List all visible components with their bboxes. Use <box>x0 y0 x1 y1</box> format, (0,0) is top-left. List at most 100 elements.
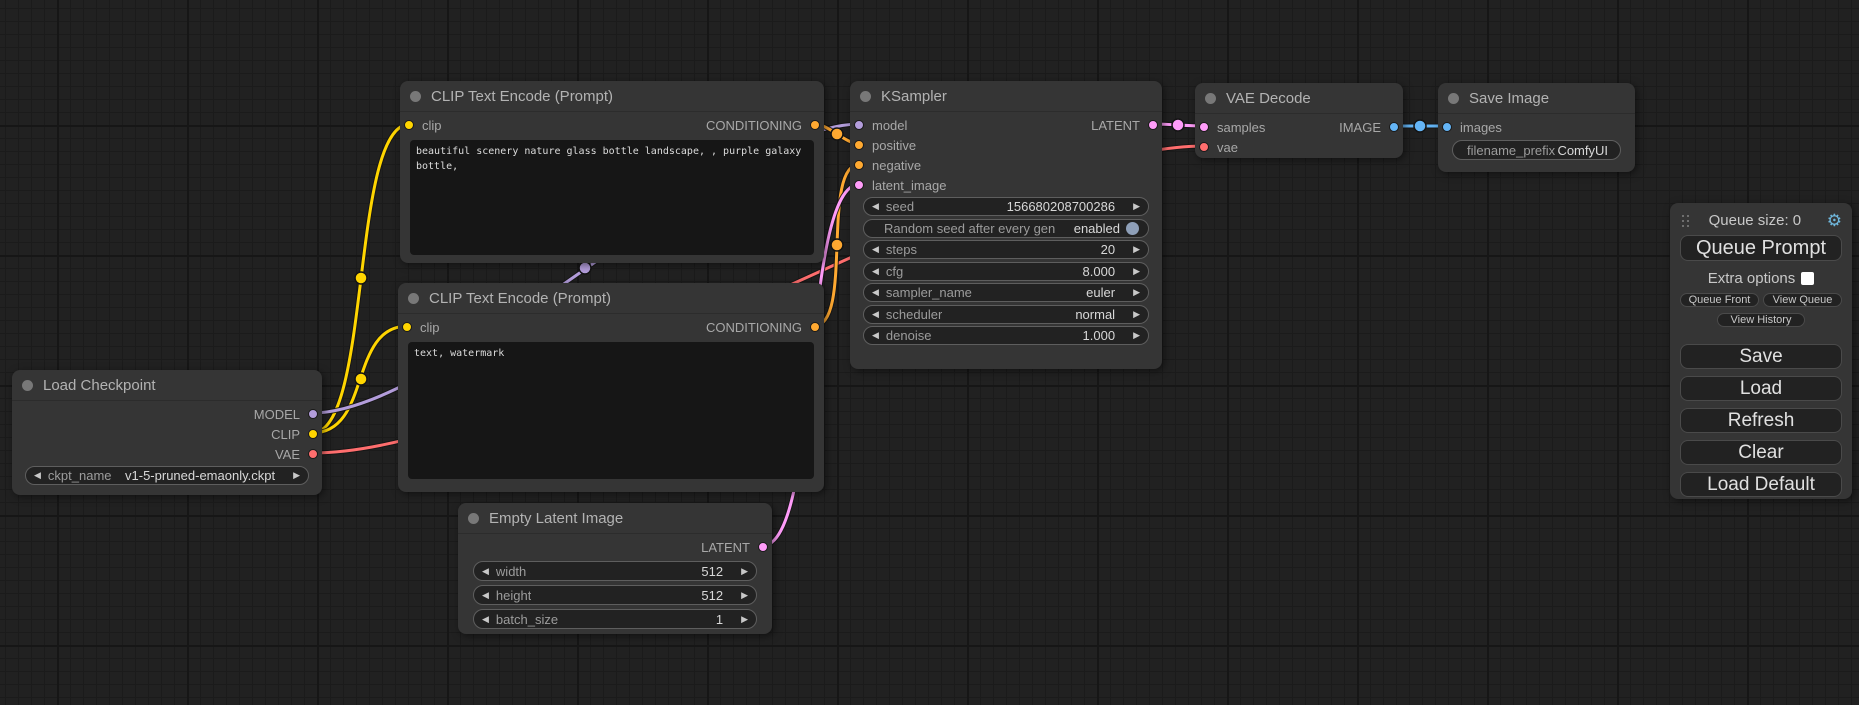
slot-row: negative <box>850 155 1162 175</box>
widget-label: ckpt_name <box>48 468 112 483</box>
input-dot-model[interactable] <box>854 120 864 130</box>
queue-front-button[interactable]: Queue Front <box>1680 293 1759 307</box>
input-label-positive: positive <box>872 138 916 153</box>
load-button[interactable]: Load <box>1680 376 1842 401</box>
extra-options-checkbox[interactable] <box>1801 272 1814 285</box>
next-value-arrow-icon[interactable]: ▶ <box>741 614 748 625</box>
prev-value-arrow-icon[interactable]: ◀ <box>872 330 879 341</box>
node-vae-decode[interactable]: VAE Decode samples IMAGE vae <box>1195 83 1403 158</box>
prev-value-arrow-icon[interactable]: ◀ <box>34 470 41 481</box>
widget-sampler-name[interactable]: ◀ sampler_name euler ▶ <box>863 283 1149 302</box>
next-value-arrow-icon[interactable]: ▶ <box>1133 201 1140 212</box>
next-value-arrow-icon[interactable]: ▶ <box>1133 266 1140 277</box>
node-load-checkpoint[interactable]: Load Checkpoint MODEL CLIP VAE ◀ ckpt_na… <box>12 370 322 495</box>
toggle-circle-icon[interactable] <box>1125 221 1140 236</box>
input-dot-clip[interactable] <box>402 322 412 332</box>
input-dot-samples[interactable] <box>1199 122 1209 132</box>
widget-seed[interactable]: ◀ seed 156680208700286 ▶ <box>863 197 1149 216</box>
next-value-arrow-icon[interactable]: ▶ <box>1133 287 1140 298</box>
output-dot-model[interactable] <box>308 409 318 419</box>
collapse-dot-icon[interactable] <box>410 91 421 102</box>
widget-value: 1 <box>716 612 741 627</box>
drag-handle-icon[interactable] <box>1682 215 1684 217</box>
slot-row: VAE <box>12 444 322 464</box>
node-title-bar[interactable]: Save Image <box>1438 83 1635 114</box>
node-title-bar[interactable]: Load Checkpoint <box>12 370 322 401</box>
collapse-dot-icon[interactable] <box>1205 93 1216 104</box>
widget-cfg[interactable]: ◀ cfg 8.000 ▶ <box>863 262 1149 281</box>
input-dot-vae[interactable] <box>1199 142 1209 152</box>
widget-steps[interactable]: ◀ steps 20 ▶ <box>863 240 1149 259</box>
node-clip-text-encode-negative[interactable]: CLIP Text Encode (Prompt) clip CONDITION… <box>398 283 824 492</box>
collapse-dot-icon[interactable] <box>22 380 33 391</box>
node-title: CLIP Text Encode (Prompt) <box>429 290 611 307</box>
prev-value-arrow-icon[interactable]: ◀ <box>482 566 489 577</box>
node-title: Save Image <box>1469 90 1549 107</box>
node-title-bar[interactable]: VAE Decode <box>1195 83 1403 114</box>
prev-value-arrow-icon[interactable]: ◀ <box>872 244 879 255</box>
widget-batch-size[interactable]: ◀ batch_size 1 ▶ <box>473 609 757 629</box>
slot-row: LATENT <box>458 537 772 557</box>
prompt-textarea[interactable]: beautiful scenery nature glass bottle la… <box>410 140 814 255</box>
node-title-bar[interactable]: Empty Latent Image <box>458 503 772 534</box>
settings-gear-icon[interactable]: ⚙ <box>1827 212 1842 229</box>
queue-prompt-button[interactable]: Queue Prompt <box>1680 235 1842 261</box>
view-queue-button[interactable]: View Queue <box>1763 293 1842 307</box>
widget-filename-prefix[interactable]: filename_prefix ComfyUI <box>1452 140 1621 160</box>
node-save-image[interactable]: Save Image images filename_prefix ComfyU… <box>1438 83 1635 172</box>
input-dot-images[interactable] <box>1442 122 1452 132</box>
node-ksampler[interactable]: KSampler model LATENT positive negative … <box>850 81 1162 369</box>
output-dot-clip[interactable] <box>308 429 318 439</box>
load-default-button[interactable]: Load Default <box>1680 472 1842 497</box>
output-dot-conditioning[interactable] <box>810 322 820 332</box>
slot-row: images <box>1438 117 1635 137</box>
collapse-dot-icon[interactable] <box>860 91 871 102</box>
widget-value: 156680208700286 <box>1007 199 1133 214</box>
node-empty-latent-image[interactable]: Empty Latent Image LATENT ◀ width 512 ▶ … <box>458 503 772 634</box>
prev-value-arrow-icon[interactable]: ◀ <box>872 309 879 320</box>
input-dot-positive[interactable] <box>854 140 864 150</box>
node-title-bar[interactable]: CLIP Text Encode (Prompt) <box>400 81 824 112</box>
widget-denoise[interactable]: ◀ denoise 1.000 ▶ <box>863 326 1149 345</box>
collapse-dot-icon[interactable] <box>468 513 479 524</box>
widget-height[interactable]: ◀ height 512 ▶ <box>473 585 757 605</box>
node-title-bar[interactable]: KSampler <box>850 81 1162 112</box>
next-value-arrow-icon[interactable]: ▶ <box>1133 244 1140 255</box>
widget-ckpt-name[interactable]: ◀ ckpt_name v1-5-pruned-emaonly.ckpt ▶ <box>25 466 309 485</box>
next-value-arrow-icon[interactable]: ▶ <box>1133 330 1140 341</box>
widget-scheduler[interactable]: ◀ scheduler normal ▶ <box>863 305 1149 324</box>
next-value-arrow-icon[interactable]: ▶ <box>741 590 748 601</box>
prev-value-arrow-icon[interactable]: ◀ <box>872 201 879 212</box>
output-dot-vae[interactable] <box>308 449 318 459</box>
collapse-dot-icon[interactable] <box>408 293 419 304</box>
input-dot-negative[interactable] <box>854 160 864 170</box>
output-dot-latent[interactable] <box>758 542 768 552</box>
collapse-dot-icon[interactable] <box>1448 93 1459 104</box>
input-dot-latent-image[interactable] <box>854 180 864 190</box>
prev-value-arrow-icon[interactable]: ◀ <box>872 266 879 277</box>
prev-value-arrow-icon[interactable]: ◀ <box>482 590 489 601</box>
refresh-button[interactable]: Refresh <box>1680 408 1842 433</box>
output-dot-image[interactable] <box>1389 122 1399 132</box>
widget-width[interactable]: ◀ width 512 ▶ <box>473 561 757 581</box>
clear-button[interactable]: Clear <box>1680 440 1842 465</box>
prev-value-arrow-icon[interactable]: ◀ <box>482 614 489 625</box>
view-history-button[interactable]: View History <box>1717 313 1805 327</box>
output-label-image: IMAGE <box>1339 120 1381 135</box>
prev-value-arrow-icon[interactable]: ◀ <box>872 287 879 298</box>
prompt-textarea[interactable]: text, watermark <box>408 342 814 479</box>
node-clip-text-encode-positive[interactable]: CLIP Text Encode (Prompt) clip CONDITION… <box>400 81 824 263</box>
next-value-arrow-icon[interactable]: ▶ <box>741 566 748 577</box>
output-label-latent: LATENT <box>1091 118 1140 133</box>
save-button[interactable]: Save <box>1680 344 1842 369</box>
output-dot-latent[interactable] <box>1148 120 1158 130</box>
output-label-model: MODEL <box>254 407 300 422</box>
node-title-bar[interactable]: CLIP Text Encode (Prompt) <box>398 283 824 314</box>
next-value-arrow-icon[interactable]: ▶ <box>1133 309 1140 320</box>
widget-label: sampler_name <box>886 285 972 300</box>
input-dot-clip[interactable] <box>404 120 414 130</box>
next-value-arrow-icon[interactable]: ▶ <box>293 470 300 481</box>
node-title: VAE Decode <box>1226 90 1311 107</box>
output-dot-conditioning[interactable] <box>810 120 820 130</box>
widget-random-seed-toggle[interactable]: Random seed after every gen enabled <box>863 219 1149 238</box>
